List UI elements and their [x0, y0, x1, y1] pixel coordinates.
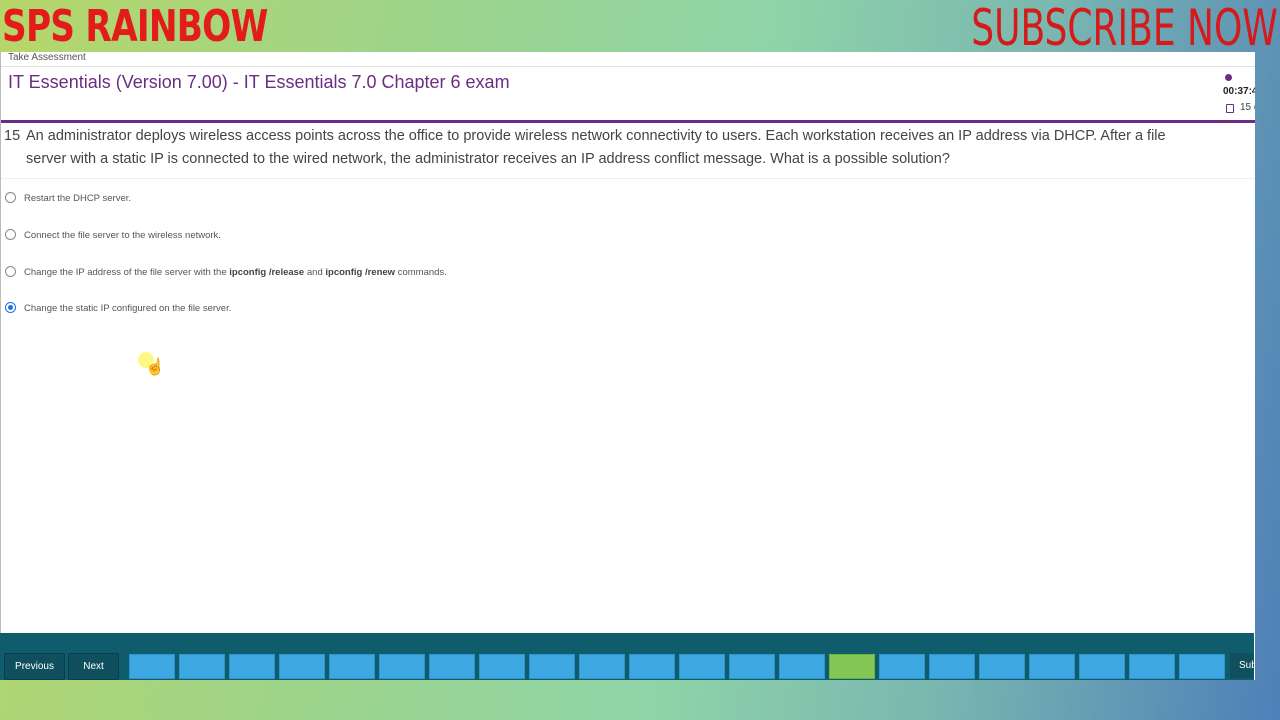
question-box[interactable] — [429, 654, 475, 679]
question-box[interactable] — [379, 654, 425, 679]
question-box[interactable] — [179, 654, 225, 679]
option-label: Connect the file server to the wireless … — [24, 230, 221, 241]
radio-button[interactable] — [5, 229, 16, 240]
next-button[interactable]: Next — [68, 653, 119, 680]
take-assessment-label: Take Assessment — [8, 52, 86, 63]
question-box-current[interactable] — [829, 654, 875, 679]
channel-watermark: SPS RAINBOW — [2, 1, 268, 52]
option-label: Change the IP address of the file server… — [24, 267, 447, 278]
question-box[interactable] — [629, 654, 675, 679]
question-box[interactable] — [129, 654, 175, 679]
radio-button[interactable] — [5, 192, 16, 203]
question-count: 15 o — [1240, 102, 1255, 113]
timer: 00:37:4 — [1223, 86, 1255, 97]
submit-button[interactable]: Submit — [1230, 653, 1254, 678]
document-icon — [1226, 104, 1234, 113]
question-box[interactable] — [679, 654, 725, 679]
question-box[interactable] — [1079, 654, 1125, 679]
previous-button[interactable]: Previous — [4, 653, 65, 680]
radio-button-selected[interactable] — [5, 302, 16, 313]
radio-button[interactable] — [5, 266, 16, 277]
question-box[interactable] — [929, 654, 975, 679]
clock-icon — [1225, 74, 1232, 81]
question-divider — [1, 178, 1255, 179]
question-box[interactable] — [279, 654, 325, 679]
question-box[interactable] — [1029, 654, 1075, 679]
navigation-bar: Previous Next Submit — [0, 633, 1254, 680]
option-label: Change the static IP configured on the f… — [24, 303, 232, 314]
subscribe-watermark: SUBSCRIBE NOW — [971, 0, 1278, 57]
question-box[interactable] — [579, 654, 625, 679]
question-box[interactable] — [529, 654, 575, 679]
assessment-window: Take Assessment IT Essentials (Version 7… — [0, 52, 1255, 680]
question-box[interactable] — [1129, 654, 1175, 679]
question-box[interactable] — [879, 654, 925, 679]
exam-title: IT Essentials (Version 7.00) - IT Essent… — [8, 72, 510, 92]
question-number: 15 — [4, 128, 21, 144]
question-box[interactable] — [979, 654, 1025, 679]
question-box[interactable] — [479, 654, 525, 679]
question-box[interactable] — [1179, 654, 1225, 679]
option-label: Restart the DHCP server. — [24, 193, 132, 204]
question-box[interactable] — [229, 654, 275, 679]
header-divider — [1, 120, 1255, 123]
question-box[interactable] — [329, 654, 375, 679]
hand-cursor-icon: ☝ — [145, 359, 165, 376]
question-text: An administrator deploys wireless access… — [26, 128, 1166, 167]
question-box[interactable] — [779, 654, 825, 679]
question-box[interactable] — [729, 654, 775, 679]
